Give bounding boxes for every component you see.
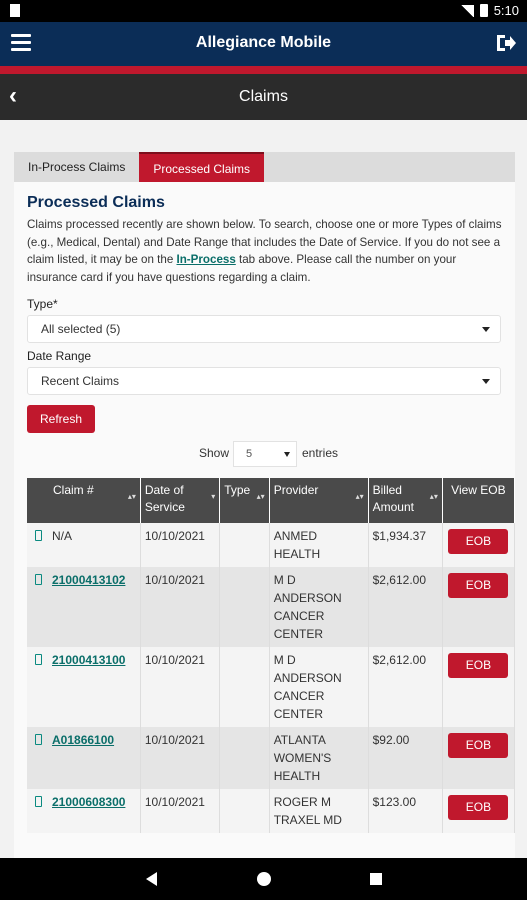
claim-cell: 21000413100: [27, 647, 141, 727]
document-icon: [35, 530, 42, 541]
nav-home-icon[interactable]: [257, 872, 271, 886]
billed-amount: $2,612.00: [368, 567, 443, 647]
table-row: A01866100 10/10/2021 ATLANTA WOMEN'S HEALT…: [27, 727, 516, 789]
status-bar: 5:10: [0, 0, 527, 22]
claim-type: [219, 647, 270, 727]
column-header-type[interactable]: Type ▴▾: [219, 478, 270, 523]
tab-in-process-claims[interactable]: In-Process Claims: [14, 152, 139, 182]
date-of-service: 10/10/2021: [140, 789, 221, 833]
entries-select[interactable]: 5: [233, 441, 297, 467]
claim-type: [219, 789, 270, 833]
eob-cell: EOB: [442, 523, 516, 567]
app-header: Allegiance Mobile: [0, 22, 527, 66]
status-time: 5:10: [493, 3, 519, 18]
claim-cell: 21000413102: [27, 567, 141, 647]
date-of-service: 10/10/2021: [140, 727, 221, 789]
claim-number[interactable]: 21000413102: [52, 571, 125, 589]
refresh-button[interactable]: Refresh: [27, 405, 95, 433]
column-header-provider[interactable]: Provider ▴▾: [269, 478, 369, 523]
document-icon: [35, 796, 42, 807]
claim-type: [219, 567, 270, 647]
claim-number: N/A: [52, 529, 73, 543]
entries-length-control: Show 5 entries: [14, 441, 515, 467]
column-header-claim[interactable]: Claim # ▴▾: [27, 478, 141, 523]
document-icon: [35, 734, 42, 745]
sub-header: ‹ Claims: [0, 74, 527, 120]
tab-processed-claims[interactable]: Processed Claims: [139, 152, 265, 182]
claims-table: Claim # ▴▾ Date of Service ▾ Type ▴▾ Provid…: [27, 478, 516, 833]
table-row: 21000413100 10/10/2021 M D ANDERSON CANCER…: [27, 647, 516, 727]
sort-icon: ▴▾: [429, 492, 438, 501]
sort-icon: ▴▾: [355, 492, 364, 501]
claims-panel: In-Process Claims Processed Claims Proce…: [14, 152, 516, 858]
claim-cell: A01866100: [27, 727, 141, 789]
provider-name: M D ANDERSON CANCER CENTER: [269, 567, 369, 647]
entries-label: entries: [302, 446, 339, 460]
system-nav-bar: [0, 858, 527, 900]
claim-cell: N/A: [27, 523, 141, 567]
date-of-service: 10/10/2021: [140, 647, 221, 727]
view-eob-button[interactable]: EOB: [448, 653, 509, 678]
nav-recents-icon[interactable]: [370, 873, 382, 885]
provider-name: ATLANTA WOMEN'S HEALTH: [269, 727, 369, 789]
column-header-date[interactable]: Date of Service ▾: [140, 478, 221, 523]
claim-number[interactable]: 21000413100: [52, 651, 125, 669]
table-row: N/A 10/10/2021 ANMED HEALTH $1,934.37 EOB: [27, 523, 516, 567]
column-header-view-eob: View EOB: [442, 478, 516, 523]
battery-icon: [479, 4, 488, 17]
date-of-service: 10/10/2021: [140, 523, 221, 567]
billed-amount: $1,934.37: [368, 523, 443, 567]
claim-type: [219, 523, 270, 567]
date-of-service: 10/10/2021: [140, 567, 221, 647]
show-label: Show: [199, 446, 230, 460]
signal-icon: [459, 4, 474, 17]
billed-amount: $2,612.00: [368, 647, 443, 727]
date-range-label: Date Range: [27, 349, 92, 363]
date-range-select[interactable]: Recent Claims: [27, 367, 501, 395]
nav-back-icon[interactable]: [146, 872, 157, 886]
table-header-row: Claim # ▴▾ Date of Service ▾ Type ▴▾ Provid…: [27, 478, 516, 523]
logout-icon[interactable]: [495, 33, 517, 53]
in-process-link[interactable]: In-Process: [177, 253, 236, 266]
provider-name: ROGER M TRAXEL MD: [269, 789, 369, 833]
view-eob-button[interactable]: EOB: [448, 733, 509, 758]
caret-down-icon: [284, 452, 290, 457]
view-eob-button[interactable]: EOB: [448, 795, 509, 820]
claim-number[interactable]: A01866100: [52, 731, 114, 749]
sort-icon: ▴▾: [127, 492, 136, 501]
document-icon: [35, 574, 42, 585]
provider-name: M D ANDERSON CANCER CENTER: [269, 647, 369, 727]
table-row: 21000608300 10/10/2021 ROGER M TRAXEL MD $1…: [27, 789, 516, 833]
section-description: Claims processed recently are shown belo…: [27, 218, 502, 284]
billed-amount: $123.00: [368, 789, 443, 833]
document-icon: [35, 654, 42, 665]
sort-icon: ▴▾: [256, 492, 265, 501]
claim-cell: 21000608300: [27, 789, 141, 833]
column-header-billed-amount[interactable]: Billed Amount ▴▾: [368, 478, 443, 523]
provider-name: ANMED HEALTH: [269, 523, 369, 567]
view-eob-button[interactable]: EOB: [448, 529, 509, 554]
app-title: Allegiance Mobile: [195, 34, 332, 51]
caret-down-icon: [482, 379, 490, 384]
caret-down-icon: [482, 327, 490, 332]
tab-bar: In-Process Claims Processed Claims: [14, 152, 515, 182]
type-select[interactable]: All selected (5): [27, 315, 501, 343]
billed-amount: $92.00: [368, 727, 443, 789]
content-area: In-Process Claims Processed Claims Proce…: [0, 120, 527, 858]
table-row: 21000413102 10/10/2021 M D ANDERSON CANCER…: [27, 567, 516, 647]
type-label: Type*: [27, 297, 58, 311]
notification-icon: [10, 4, 20, 17]
view-eob-button[interactable]: EOB: [448, 573, 509, 598]
claim-type: [219, 727, 270, 789]
eob-cell: EOB: [442, 789, 516, 833]
eob-cell: EOB: [442, 567, 516, 647]
page-title: Claims: [239, 88, 288, 105]
eob-cell: EOB: [442, 727, 516, 789]
sort-desc-icon: ▾: [211, 492, 216, 501]
eob-cell: EOB: [442, 647, 516, 727]
claim-number[interactable]: 21000608300: [52, 793, 125, 811]
section-title: Processed Claims: [27, 194, 165, 211]
header-accent-stripe: [0, 66, 527, 74]
